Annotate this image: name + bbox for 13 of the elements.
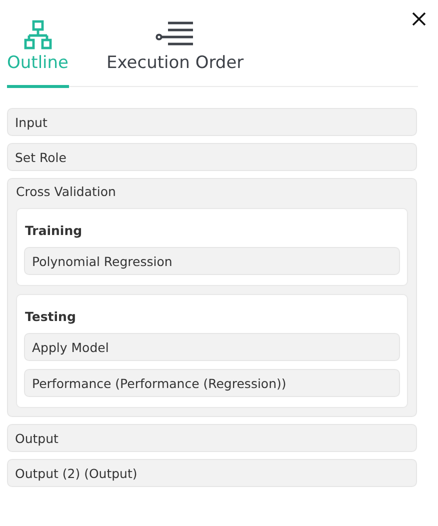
operator-item[interactable]: Output (2) (Output)	[7, 459, 417, 487]
operator-item[interactable]: Polynomial Regression	[24, 247, 400, 275]
operator-item[interactable]: Input	[7, 108, 417, 136]
operator-item[interactable]: Apply Model	[24, 333, 400, 361]
tab[interactable]: Execution Order	[106, 20, 244, 88]
section-title: Testing	[24, 309, 77, 325]
operator-item[interactable]: Output	[7, 424, 417, 452]
operator-item[interactable]: Set Role	[7, 143, 417, 171]
close-button[interactable]	[412, 12, 426, 26]
operator-item[interactable]: Performance (Performance (Regression))	[24, 369, 400, 397]
subprocess-title[interactable]: Cross Validation	[16, 184, 408, 200]
section-title: Training	[24, 223, 84, 239]
hierarchy-icon	[24, 20, 52, 50]
